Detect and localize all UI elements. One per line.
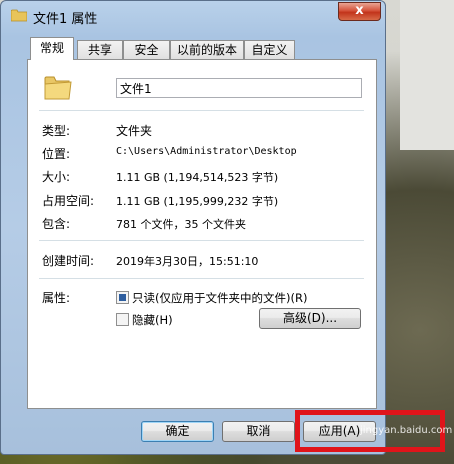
readonly-checkbox[interactable]: [116, 291, 129, 304]
tab-customize[interactable]: 自定义: [244, 40, 295, 59]
folder-name-input[interactable]: [116, 78, 362, 98]
readonly-label[interactable]: 只读(仅应用于文件夹中的文件)(R): [132, 290, 307, 306]
close-button[interactable]: x: [338, 2, 381, 21]
background-window-edge: [400, 0, 454, 150]
contains-value: 781 个文件，35 个文件夹: [116, 218, 246, 231]
attributes-label: 属性:: [42, 291, 71, 305]
type-value: 文件夹: [116, 124, 153, 138]
divider: [39, 240, 364, 241]
type-label: 类型:: [42, 124, 71, 138]
title-bar[interactable]: 文件1 属性 x: [1, 1, 385, 31]
window-title: 文件1 属性: [33, 12, 98, 27]
divider: [39, 278, 364, 279]
size-value: 1.11 GB (1,194,514,523 字节): [116, 171, 279, 184]
size-on-disk-label: 占用空间:: [42, 194, 95, 208]
folder-large-icon: [44, 76, 72, 100]
location-value: C:\Users\Administrator\Desktop: [116, 146, 297, 157]
general-tab-panel: 类型: 文件夹 位置: C:\Users\Administrator\Deskt…: [27, 59, 377, 409]
cancel-button[interactable]: 取消: [222, 421, 295, 442]
location-label: 位置:: [42, 147, 71, 161]
folder-icon: [11, 9, 27, 22]
contains-label: 包含:: [42, 217, 71, 231]
tab-sharing[interactable]: 共享: [77, 40, 123, 59]
hidden-label[interactable]: 隐藏(H): [132, 312, 173, 328]
size-on-disk-value: 1.11 GB (1,195,999,232 字节): [116, 195, 279, 208]
created-value: 2019年3月30日，15:51:10: [116, 255, 259, 268]
tab-security[interactable]: 安全: [123, 40, 170, 59]
created-label: 创建时间:: [42, 254, 95, 268]
hidden-checkbox[interactable]: [116, 313, 129, 326]
tab-general[interactable]: 常规: [30, 37, 74, 60]
ok-button[interactable]: 确定: [141, 421, 214, 442]
watermark-text: jingyan.baidu.com: [360, 425, 453, 436]
properties-dialog: 文件1 属性 x 常规 共享 安全 以前的版本 自定义 类型: 文件夹 位置: …: [0, 0, 386, 455]
advanced-button[interactable]: 高级(D)...: [259, 308, 361, 329]
divider: [39, 110, 364, 111]
tab-previous-versions[interactable]: 以前的版本: [170, 40, 244, 59]
size-label: 大小:: [42, 170, 71, 184]
